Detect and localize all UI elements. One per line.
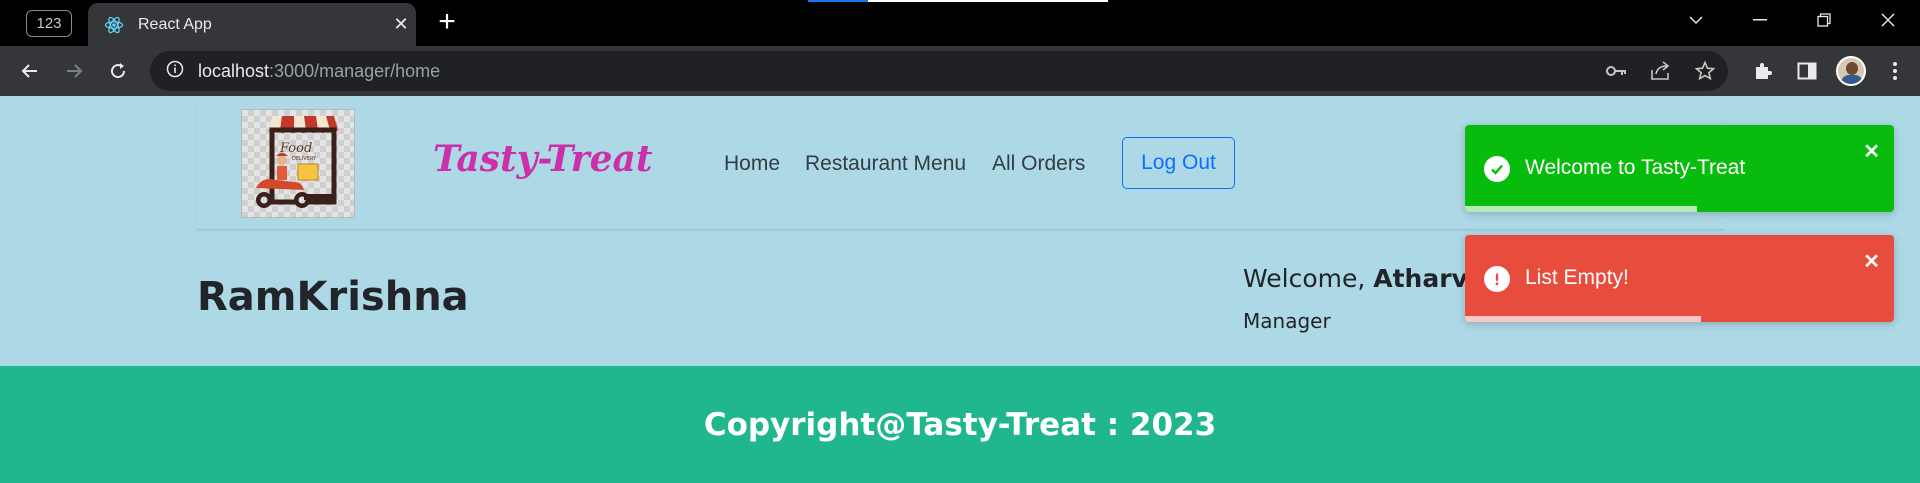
url-text: localhost:3000/manager/home <box>198 61 440 82</box>
toast-close-icon[interactable]: ✕ <box>1863 142 1880 162</box>
minimize-icon[interactable] <box>1728 0 1792 40</box>
react-icon <box>104 15 124 35</box>
side-panel-icon[interactable] <box>1792 56 1822 86</box>
brand-title[interactable]: Tasty-Treat <box>433 138 652 180</box>
tab-count-button[interactable]: 123 <box>26 10 72 37</box>
site-info-icon[interactable] <box>166 60 184 83</box>
user-role: Manager <box>1243 309 1331 333</box>
nav-link-all-orders[interactable]: All Orders <box>992 152 1085 176</box>
menu-kebab-icon[interactable] <box>1880 56 1910 86</box>
restaurant-name-heading: RamKrishna <box>197 274 469 320</box>
toast-message: List Empty! <box>1525 266 1629 289</box>
url-host: localhost <box>198 60 270 81</box>
share-icon[interactable] <box>1648 59 1674 83</box>
nav-link-restaurant-menu[interactable]: Restaurant Menu <box>805 152 966 176</box>
browser-toolbar: localhost:3000/manager/home <box>0 46 1920 96</box>
tab-close-icon[interactable]: ✕ <box>386 14 416 35</box>
address-bar-actions <box>1604 59 1718 83</box>
loading-indicator-accent <box>808 0 868 2</box>
toast-message: Welcome to Tasty-Treat <box>1525 156 1746 179</box>
back-arrow-icon[interactable] <box>16 57 44 85</box>
logout-button[interactable]: Log Out <box>1122 137 1235 189</box>
browser-tab-strip: 123 React App ✕ + <box>0 0 1920 46</box>
exclamation-circle-icon <box>1484 266 1510 292</box>
toast-error[interactable]: List Empty! ✕ <box>1465 235 1894 322</box>
window-controls <box>1664 0 1920 40</box>
address-bar[interactable]: localhost:3000/manager/home <box>150 51 1728 91</box>
tab-title: React App <box>138 15 212 33</box>
svg-text:DELIVERY: DELIVERY <box>292 156 317 162</box>
welcome-message: Welcome, Atharva <box>1243 264 1485 293</box>
toast-progress-bar <box>1465 316 1701 322</box>
food-delivery-logo[interactable]: Food DELIVERY <box>241 109 355 218</box>
toast-success[interactable]: Welcome to Tasty-Treat ✕ <box>1465 125 1894 212</box>
browser-tab-react-app[interactable]: React App ✕ <box>88 3 416 46</box>
welcome-prefix: Welcome, <box>1243 264 1374 293</box>
restore-icon[interactable] <box>1792 0 1856 40</box>
tab-search-chevron-icon[interactable] <box>1664 0 1728 40</box>
site-footer: Copyright@Tasty-Treat : 2023 <box>0 366 1920 483</box>
close-window-icon[interactable] <box>1856 0 1920 40</box>
toolbar-right <box>1748 56 1910 86</box>
url-path: :3000/manager/home <box>269 60 441 81</box>
extensions-puzzle-icon[interactable] <box>1748 56 1778 86</box>
new-tab-button[interactable]: + <box>432 7 462 38</box>
toast-close-icon[interactable]: ✕ <box>1863 252 1880 272</box>
check-circle-icon <box>1484 156 1510 182</box>
key-icon[interactable] <box>1604 59 1630 83</box>
forward-arrow-icon[interactable] <box>60 57 88 85</box>
bookmark-star-icon[interactable] <box>1692 59 1718 83</box>
profile-avatar[interactable] <box>1836 56 1866 86</box>
reload-icon[interactable] <box>104 57 132 85</box>
toast-progress-bar <box>1465 206 1697 212</box>
nav-link-home[interactable]: Home <box>724 152 780 176</box>
footer-copyright: Copyright@Tasty-Treat : 2023 <box>703 406 1217 443</box>
